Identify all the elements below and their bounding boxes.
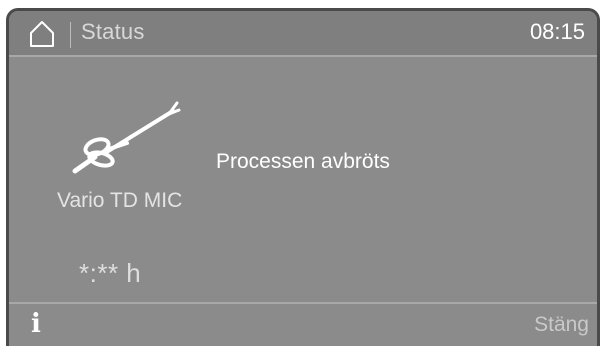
surgical-instrument-icon [72, 101, 181, 174]
footer-bar: i Stäng [9, 302, 597, 346]
info-icon[interactable]: i [31, 311, 49, 337]
remaining-time: *:** h [79, 258, 142, 288]
header-separator [70, 22, 71, 48]
close-button[interactable]: Stäng [534, 313, 589, 337]
page-title: Status [81, 19, 145, 44]
program-name: Vario TD MIC [57, 189, 183, 212]
status-header: Status 08:15 [9, 11, 597, 57]
status-message: Processen avbröts [216, 150, 390, 173]
clock: 08:15 [529, 19, 585, 44]
device-bezel: Status 08:15 Vario TD MIC Processen avbr… [0, 0, 604, 346]
display-screen: Status 08:15 Vario TD MIC Processen avbr… [6, 8, 600, 346]
home-icon[interactable] [29, 20, 55, 48]
